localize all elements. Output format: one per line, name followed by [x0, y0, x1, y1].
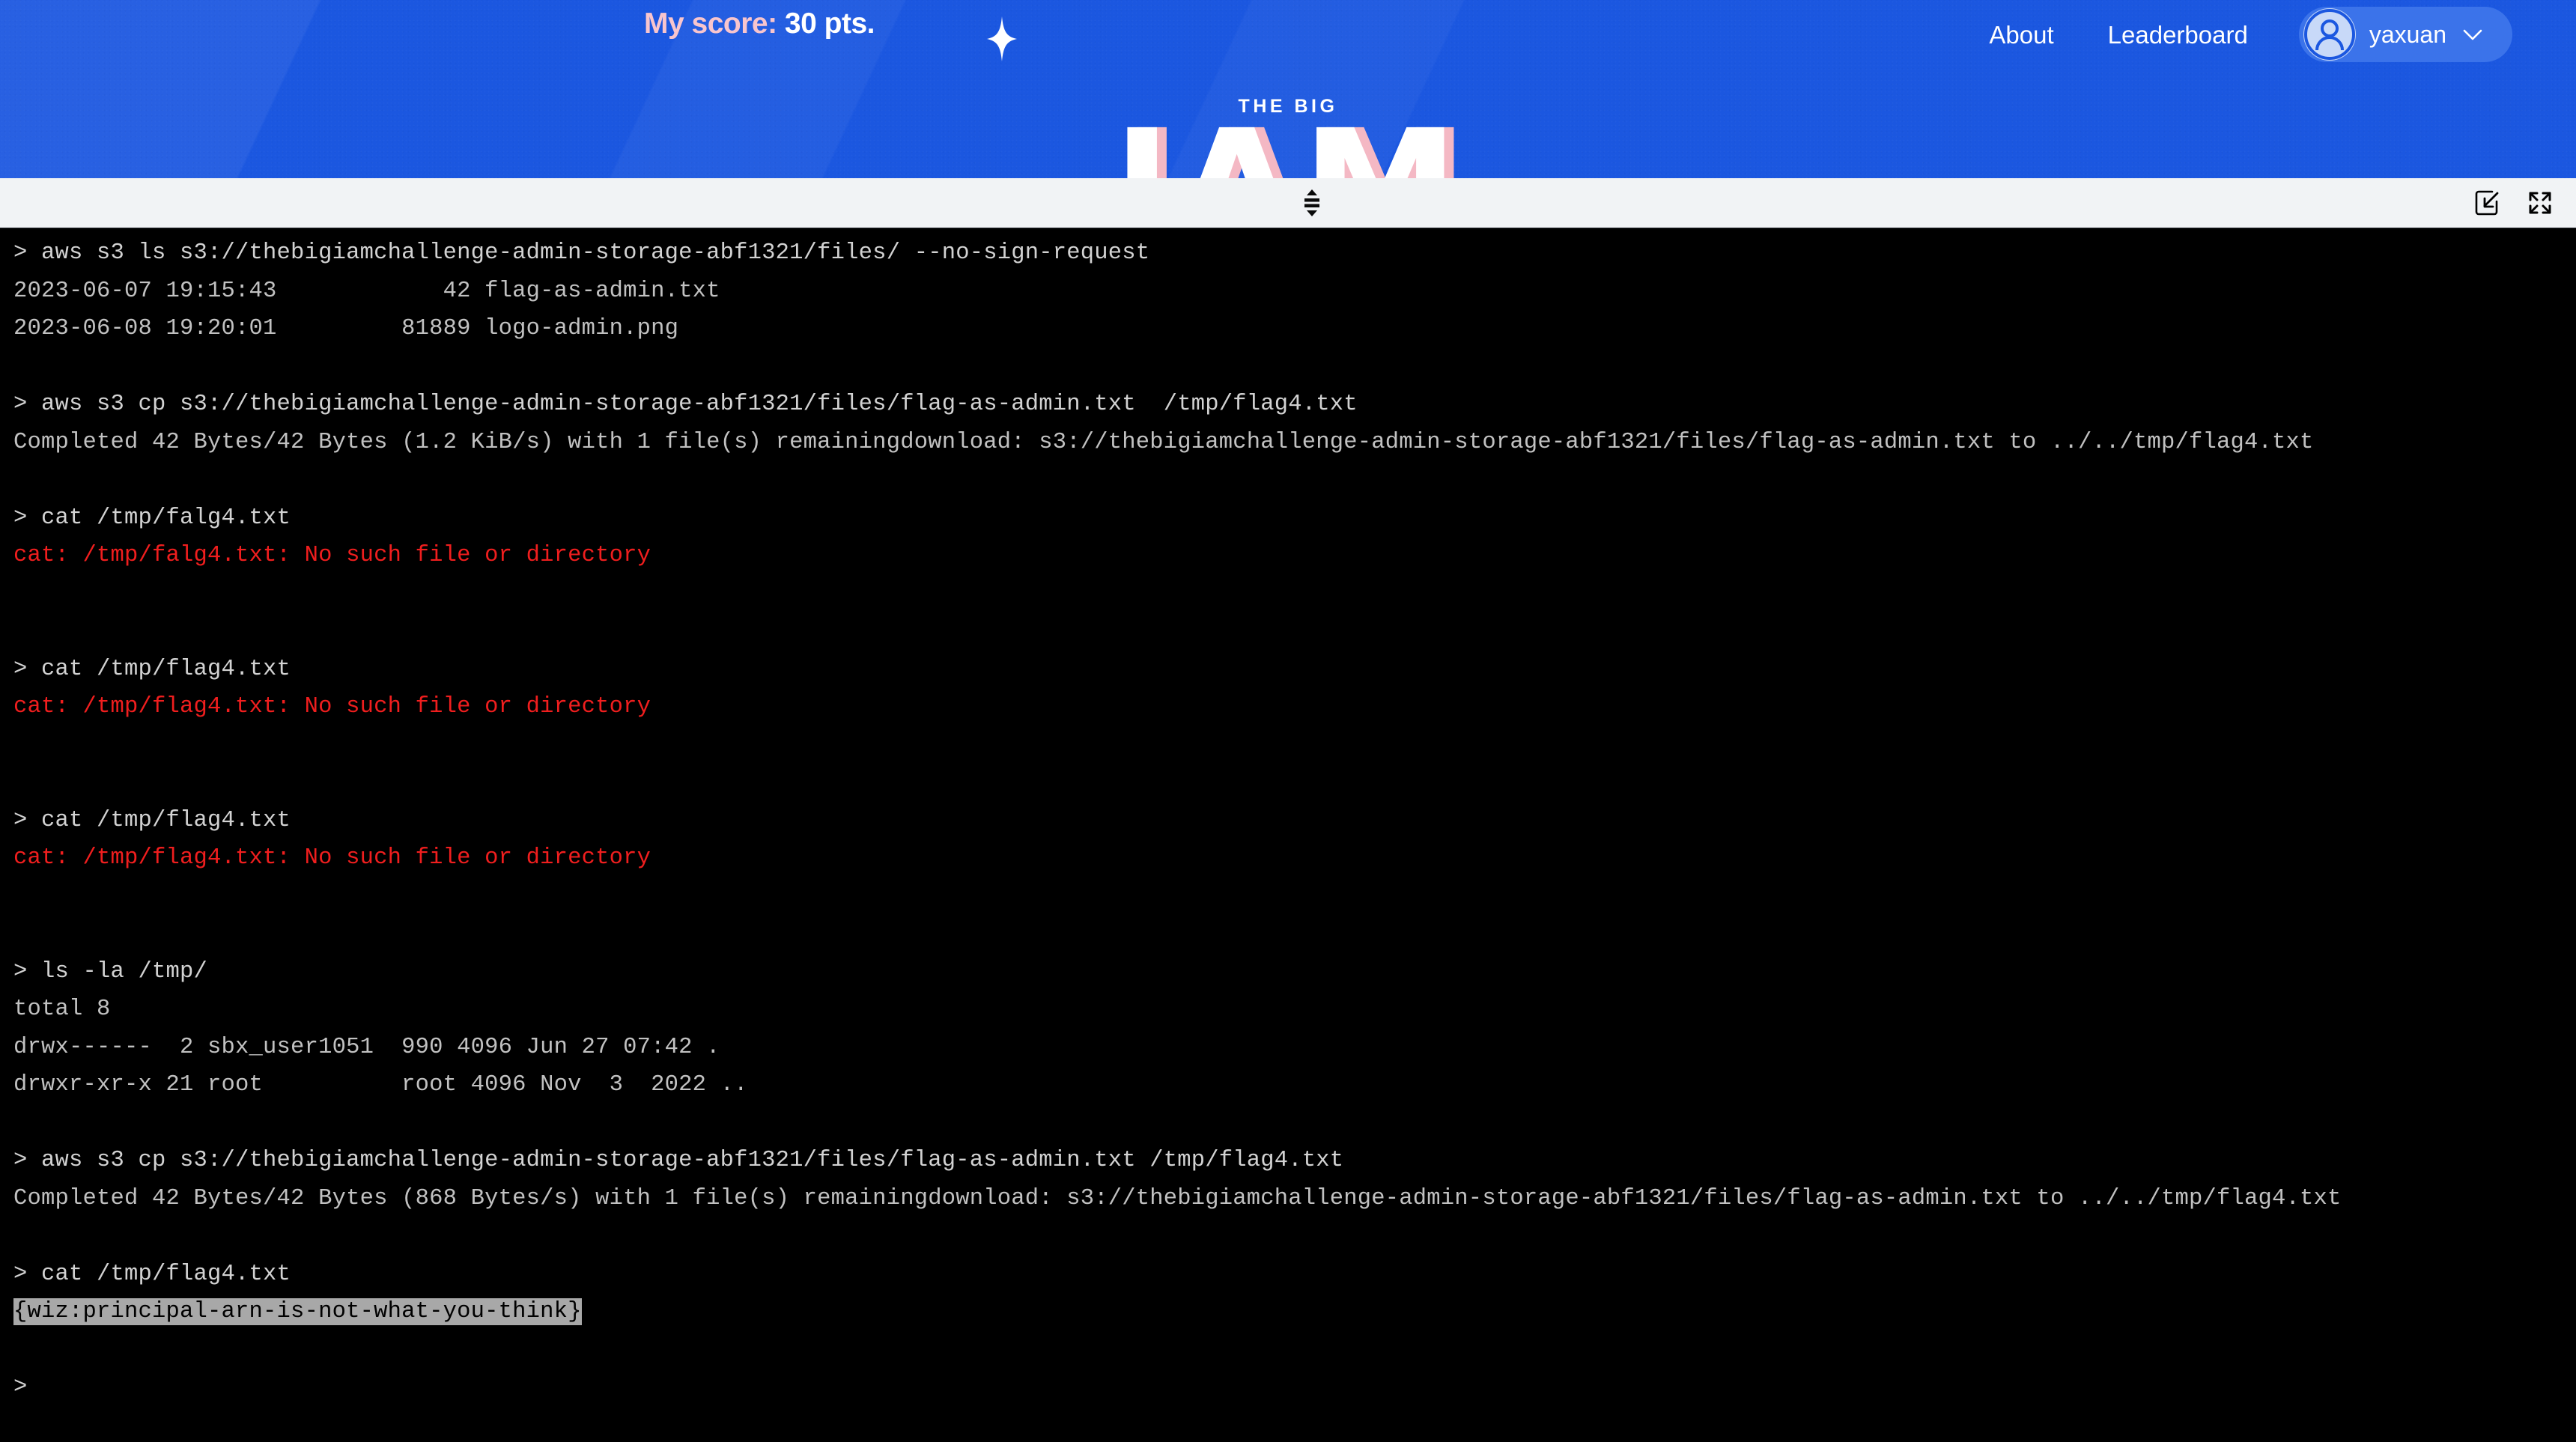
- terminal-line-err: cat: /tmp/flag4.txt: No such file or dir…: [13, 694, 651, 720]
- terminal-panel: > aws s3 ls s3://thebigiamchallenge-admi…: [0, 178, 2576, 1442]
- terminal-line-cmd: > ls -la /tmp/: [13, 958, 208, 985]
- resize-vertical-handle-icon[interactable]: [1295, 186, 1328, 219]
- site-hero-header: My score: 30 pts. About Leaderboard yaxu…: [0, 0, 2576, 180]
- nav-link-leaderboard[interactable]: Leaderboard: [2081, 22, 2275, 47]
- terminal-line-out: drwxr-xr-x 21 root root 4096 Nov 3 2022 …: [13, 1072, 748, 1098]
- brand-logo-text: IAM: [1113, 109, 1463, 180]
- sparkle-icon: [987, 16, 1017, 61]
- terminal-line-cmd: >: [13, 1375, 28, 1400]
- selected-flag-text: {wiz:principal-arn-is-not-what-you-think…: [13, 1298, 582, 1325]
- collapse-into-box-icon[interactable]: [2473, 188, 2503, 218]
- terminal-line-err: cat: /tmp/falg4.txt: No such file or dir…: [13, 543, 651, 568]
- nav-link-about[interactable]: About: [1962, 22, 2080, 47]
- terminal-line-out: Completed 42 Bytes/42 Bytes (1.2 KiB/s) …: [13, 429, 2314, 455]
- chevron-down-icon: [2463, 25, 2482, 44]
- terminal-line-cmd: > aws s3 cp s3://thebigiamchallenge-admi…: [13, 392, 1358, 417]
- terminal-line-out: total 8: [13, 997, 111, 1022]
- terminal-line-err: cat: /tmp/flag4.txt: No such file or dir…: [13, 845, 651, 871]
- score-display: My score: 30 pts.: [644, 7, 875, 40]
- page-root: My score: 30 pts. About Leaderboard yaxu…: [0, 0, 2576, 1442]
- terminal-bar-actions: [2473, 188, 2555, 218]
- terminal-line-cmd: > cat /tmp/flag4.txt: [13, 656, 291, 682]
- terminal-output-area[interactable]: > aws s3 ls s3://thebigiamchallenge-admi…: [0, 228, 2576, 1442]
- terminal-line-cmd: > aws s3 ls s3://thebigiamchallenge-admi…: [13, 240, 1150, 266]
- terminal-line-out: drwx------ 2 sbx_user1051 990 4096 Jun 2…: [13, 1034, 720, 1060]
- fullscreen-expand-icon[interactable]: [2525, 188, 2555, 218]
- terminal-line-out: 2023-06-07 19:15:43 42 flag-as-admin.txt: [13, 278, 720, 304]
- terminal-line-cmd: > cat /tmp/falg4.txt: [13, 505, 291, 531]
- brand-logo: IAM: [0, 109, 2576, 180]
- terminal-line-cmd: > cat /tmp/flag4.txt: [13, 807, 291, 833]
- terminal-line-cmd: > aws s3 cp s3://thebigiamchallenge-admi…: [13, 1148, 1344, 1173]
- score-label: My score:: [644, 7, 777, 40]
- terminal-line-sel: {wiz:principal-arn-is-not-what-you-think…: [13, 1293, 2563, 1331]
- terminal-line-out: 2023-06-08 19:20:01 81889 logo-admin.png: [13, 316, 679, 341]
- terminal-line-cmd: > cat /tmp/flag4.txt: [13, 1261, 291, 1287]
- score-value: 30 pts.: [784, 7, 875, 40]
- top-navigation: About Leaderboard yaxuan: [1962, 0, 2512, 69]
- terminal-line-out: Completed 42 Bytes/42 Bytes (868 Bytes/s…: [13, 1185, 2342, 1211]
- user-menu-button[interactable]: yaxuan: [2298, 7, 2512, 62]
- terminal-line-list: > aws s3 ls s3://thebigiamchallenge-admi…: [13, 234, 2563, 1407]
- user-name-label: yaxuan: [2369, 20, 2446, 48]
- user-avatar-icon: [2303, 8, 2356, 61]
- terminal-title-bar: [0, 178, 2576, 228]
